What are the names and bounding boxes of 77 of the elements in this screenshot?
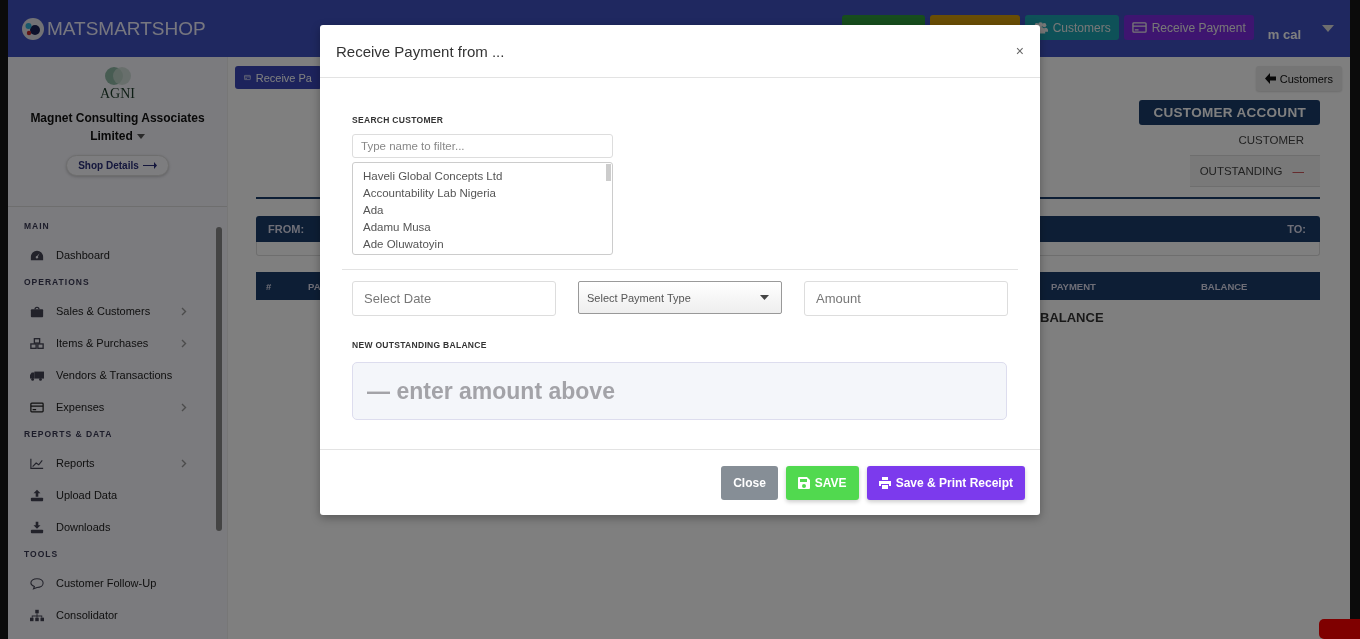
arrow-icon xyxy=(142,162,157,169)
nav-button[interactable]: Receive Payment xyxy=(1123,15,1254,40)
menu-item[interactable]: Expenses xyxy=(24,391,214,423)
brand-name: MATSMARTSHOP xyxy=(47,17,206,40)
logo-text: AGNI xyxy=(100,86,135,102)
section-label: REPORTS & DATA xyxy=(24,429,114,439)
back-button[interactable]: Customers xyxy=(1255,66,1342,91)
menu-item[interactable]: Items & Purchases xyxy=(24,327,214,359)
column-header: BALANCE xyxy=(1201,280,1249,292)
download-icon xyxy=(30,520,44,534)
menu-item[interactable]: Consolidator xyxy=(24,599,214,631)
logo-icon xyxy=(102,66,133,86)
card-icon xyxy=(30,400,44,414)
floating-button[interactable] xyxy=(1319,619,1360,639)
section-label: MAIN xyxy=(24,221,51,231)
card-icon xyxy=(1131,21,1147,34)
chevron-icon xyxy=(181,458,187,468)
caret-icon xyxy=(136,134,145,140)
chevron-icon xyxy=(181,306,187,316)
column-header: PA xyxy=(308,280,322,292)
menu-item[interactable]: Downloads xyxy=(24,511,214,543)
to-label: TO: xyxy=(1287,223,1306,235)
caret-icon xyxy=(1322,24,1334,33)
shop-details-button[interactable]: Shop Details xyxy=(66,155,169,176)
print-button[interactable]: Save & Print Receipt xyxy=(866,465,1025,500)
menu-item[interactable]: Dashboard xyxy=(24,239,214,271)
summary-value: — xyxy=(1292,165,1304,177)
chevron-icon xyxy=(181,402,187,412)
customer-option[interactable]: Adamu Musa xyxy=(363,219,612,236)
balance-label: BALANCE xyxy=(1040,310,1105,325)
field-label: SEARCH CUSTOMER xyxy=(352,115,445,125)
payment-type-dropdown[interactable]: Select Payment Type xyxy=(578,281,782,314)
gauge-icon xyxy=(30,248,44,262)
floppy-icon xyxy=(797,476,810,489)
user-name[interactable]: m cal xyxy=(1267,27,1301,42)
printer-icon xyxy=(878,476,891,489)
sitemap-icon xyxy=(30,608,44,622)
customer-option[interactable]: Accountability Lab Nigeria xyxy=(363,185,612,202)
section-label: TOOLS xyxy=(24,549,60,559)
menu-item[interactable]: Sales & Customers xyxy=(24,295,214,327)
customer-option[interactable]: Ada xyxy=(363,202,612,219)
amount-field[interactable]: Amount xyxy=(804,281,1008,316)
dialog-title: Receive Payment from ... xyxy=(336,42,505,60)
account-title: CUSTOMER ACCOUNT xyxy=(1139,100,1320,125)
close-button[interactable]: Close xyxy=(721,465,778,500)
search-field[interactable]: Type name to filter... xyxy=(352,134,613,158)
chevron-icon xyxy=(181,338,187,348)
date-field[interactable]: Select Date xyxy=(352,281,556,316)
summary-label: CUSTOMER xyxy=(1238,134,1304,146)
from-label: FROM: xyxy=(268,223,305,235)
customer-option[interactable]: Haveli Global Concepts Ltd xyxy=(363,168,612,185)
scrollbar[interactable] xyxy=(606,164,611,181)
menu-item[interactable]: Reports xyxy=(24,447,214,479)
scrollbar[interactable] xyxy=(216,227,222,531)
card-icon xyxy=(244,72,251,83)
balance-display: — enter amount above xyxy=(352,362,1007,420)
menu-item[interactable]: Customer Follow-Up xyxy=(24,567,214,599)
arrow-icon xyxy=(1264,73,1276,84)
bag-icon xyxy=(30,304,44,318)
chat-icon xyxy=(30,576,44,590)
company-name[interactable]: Magnet Consulting Associates Limited xyxy=(22,109,213,145)
chart-icon xyxy=(30,456,44,470)
summary-label: OUTSTANDING xyxy=(1199,165,1283,177)
field-label: NEW OUTSTANDING BALANCE xyxy=(352,340,488,350)
menu-item[interactable]: Upload Data xyxy=(24,479,214,511)
boxes-icon xyxy=(30,336,44,350)
logo-icon xyxy=(22,17,44,40)
customer-list[interactable]: Haveli Global Concepts Ltd Accountability Lab Nigeria Ada Adamu Musa Ade Oluwatoyin xyxy=(352,162,613,255)
column-header: PAYMENT xyxy=(1051,280,1097,292)
upload-icon xyxy=(30,488,44,502)
customer-option[interactable]: Ade Oluwatoyin xyxy=(363,236,612,253)
column-header: # xyxy=(266,280,273,292)
caret-icon xyxy=(760,295,769,300)
receive-payment-button[interactable]: Receive Pa xyxy=(235,66,322,89)
close-button[interactable]: × xyxy=(1013,43,1026,59)
section-label: OPERATIONS xyxy=(24,277,91,287)
menu-item[interactable]: Vendors & Transactions xyxy=(24,359,214,391)
